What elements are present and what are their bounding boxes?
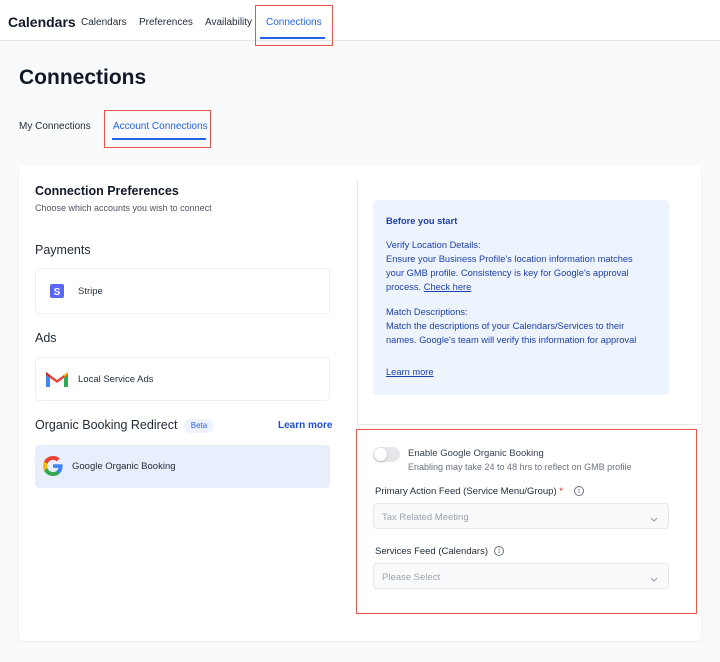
stripe-icon: S <box>50 284 64 298</box>
info-title: Before you start <box>386 216 458 226</box>
highlight-box <box>255 5 333 46</box>
nav-item-calendars[interactable]: Calendars <box>81 17 127 28</box>
preferences-title: Connection Preferences <box>35 184 179 198</box>
google-g-icon <box>42 455 64 477</box>
beta-badge: Beta <box>184 419 214 433</box>
tab-my-connections[interactable]: My Connections <box>19 121 91 132</box>
check-here-link[interactable]: Check here <box>424 282 472 292</box>
primary-feed-select[interactable]: Tax Related Meeting <box>373 503 669 529</box>
nav-item-preferences[interactable]: Preferences <box>139 17 193 28</box>
services-feed-select[interactable]: Please Select <box>373 563 669 589</box>
gmail-m-icon <box>45 369 69 389</box>
page-title: Connections <box>19 66 147 89</box>
ads-heading: Ads <box>35 331 57 345</box>
svg-text:S: S <box>54 287 61 298</box>
nav-item-availability[interactable]: Availability <box>205 17 252 28</box>
preferences-subtitle: Choose which accounts you wish to connec… <box>35 203 212 213</box>
payments-heading: Payments <box>35 243 91 257</box>
before-you-start-panel: Before you start Verify Location Details… <box>373 200 669 395</box>
organic-booking-heading: Organic Booking Redirect <box>35 418 178 432</box>
info-learn-more-link[interactable]: Learn more <box>386 367 434 377</box>
highlight-box <box>104 110 211 148</box>
chevron-down-icon <box>649 511 659 522</box>
toggle-hint: Enabling may take 24 to 48 hrs to reflec… <box>408 462 632 472</box>
local-service-ads-label: Local Service Ads <box>78 374 154 385</box>
match-title: Match Descriptions: <box>386 307 468 317</box>
verify-text-3-prefix: process. <box>386 282 422 292</box>
column-divider <box>357 181 358 425</box>
chevron-down-icon <box>649 571 659 582</box>
match-text-1: Match the descriptions of your Calendars… <box>386 321 625 331</box>
services-feed-placeholder: Please Select <box>382 572 441 583</box>
section-divider <box>357 424 701 425</box>
verify-title: Verify Location Details: <box>386 240 481 250</box>
required-marker: * <box>559 486 563 497</box>
primary-feed-label: Primary Action Feed (Service Menu/Group)… <box>375 486 563 497</box>
primary-feed-label-text: Primary Action Feed (Service Menu/Group) <box>375 486 557 497</box>
learn-more-link[interactable]: Learn more <box>278 420 332 431</box>
verify-text-3: process. Check here <box>386 282 471 292</box>
services-feed-label: Services Feed (Calendars) <box>375 546 488 557</box>
toggle-knob <box>374 448 387 461</box>
verify-text-2: your GMB profile. Consistency is key for… <box>386 268 629 278</box>
primary-feed-value: Tax Related Meeting <box>382 512 469 523</box>
info-circle-icon[interactable]: i <box>574 486 584 496</box>
toggle-label: Enable Google Organic Booking <box>408 448 544 459</box>
verify-text-1: Ensure your Business Profile's location … <box>386 254 633 264</box>
stripe-label: Stripe <box>78 286 103 297</box>
info-circle-icon[interactable]: i <box>494 546 504 556</box>
app-title: Calendars <box>8 14 76 30</box>
match-text-2: names. Google's team will verify this in… <box>386 335 637 345</box>
google-organic-booking-label: Google Organic Booking <box>72 461 176 472</box>
